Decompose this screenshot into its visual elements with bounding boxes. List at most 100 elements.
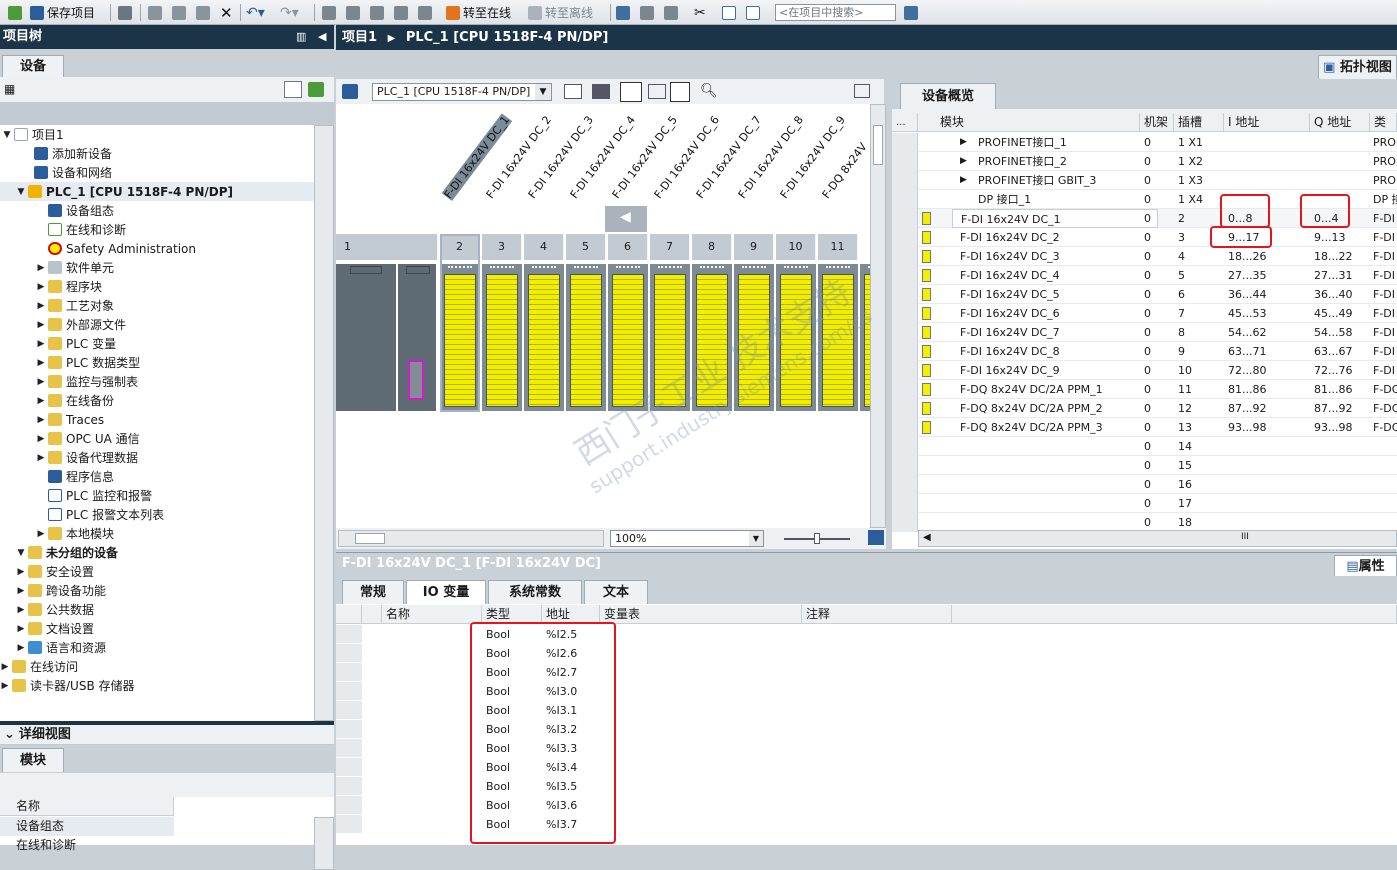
- collapse-icon[interactable]: ▶: [16, 643, 26, 653]
- device-table-icon[interactable]: [564, 84, 582, 99]
- row-selector[interactable]: [892, 152, 918, 171]
- io-module[interactable]: [608, 264, 648, 411]
- tab-texts[interactable]: 文本: [584, 580, 648, 604]
- tree-item-devices-networks[interactable]: 设备和网络: [0, 163, 112, 182]
- overview-navigation-icon[interactable]: [854, 84, 870, 98]
- tree-item-doc-settings[interactable]: ▶ 文档设置: [0, 619, 94, 638]
- cut-button[interactable]: [148, 3, 162, 22]
- device-overview-row[interactable]: F-DI 16x24V DC_2 0 3 9...17 9...13 F-DI: [892, 228, 1397, 247]
- zoom-icon[interactable]: 🔍︎: [700, 83, 718, 99]
- detail-scrollbar[interactable]: [314, 817, 334, 870]
- row-selector[interactable]: [892, 494, 918, 513]
- row-selector[interactable]: [892, 456, 918, 475]
- row-selector[interactable]: [336, 701, 362, 720]
- device-overview-row[interactable]: 0 15: [892, 456, 1397, 475]
- print-button[interactable]: [118, 3, 132, 22]
- dock-icon[interactable]: ▥: [296, 25, 306, 49]
- delete-button[interactable]: ✕: [220, 3, 233, 22]
- device-overview-row[interactable]: ▶ PROFINET接口 GBIT_3 0 1 X3 PROFI: [892, 171, 1397, 190]
- tree-item-traces[interactable]: ▶ Traces: [0, 410, 105, 429]
- tree-item-technology-objects[interactable]: ▶ 工艺对象: [0, 296, 114, 315]
- collapse-icon[interactable]: ▶: [36, 301, 46, 311]
- collapse-icon[interactable]: ▶: [36, 320, 46, 330]
- tree-scrollbar[interactable]: [314, 125, 334, 721]
- tree-item-common-data[interactable]: ▶ 公共数据: [0, 600, 94, 619]
- collapse-icon[interactable]: ▶: [16, 624, 26, 634]
- row-selector[interactable]: [892, 323, 918, 342]
- row-selector[interactable]: [892, 133, 918, 152]
- row-selector[interactable]: [892, 209, 918, 228]
- row-selector[interactable]: [336, 796, 362, 815]
- device-overview-row[interactable]: F-DQ 8x24V DC/2A PPM_1 0 11 81...86 81...86 F…: [892, 380, 1397, 399]
- rack-slot-header[interactable]: 6: [608, 234, 648, 260]
- show-names-icon[interactable]: [592, 84, 610, 99]
- row-selector[interactable]: [892, 342, 918, 361]
- add-view-icon[interactable]: [308, 82, 324, 97]
- rack-slot-header[interactable]: 1: [336, 234, 438, 260]
- rack-slot-header[interactable]: 3: [482, 234, 522, 260]
- collapse-icon[interactable]: ▶: [36, 282, 46, 292]
- io-module[interactable]: [650, 264, 690, 411]
- row-selector[interactable]: [336, 758, 362, 777]
- tree-item-device-config[interactable]: 设备组态: [0, 201, 114, 220]
- rack-slot-header[interactable]: 10: [776, 234, 816, 260]
- col-i-address[interactable]: I 地址: [1224, 113, 1310, 132]
- io-module[interactable]: [776, 264, 816, 411]
- collapse-icon[interactable]: ▶: [16, 567, 26, 577]
- row-selector[interactable]: [336, 777, 362, 796]
- tab-io-tags[interactable]: IO 变量: [406, 580, 486, 604]
- cross-reference-button[interactable]: ✂: [694, 3, 706, 22]
- row-selector[interactable]: [336, 682, 362, 701]
- rack-slot-header[interactable]: 4: [524, 234, 564, 260]
- tab-devices[interactable]: 设备: [2, 55, 64, 77]
- tree-item-safety-admin[interactable]: Safety Administration: [0, 239, 196, 258]
- detail-row[interactable]: 在线和诊断: [0, 836, 174, 855]
- device-overview-row[interactable]: 0 17: [892, 494, 1397, 513]
- tree-item-add-device[interactable]: 添加新设备: [0, 144, 112, 163]
- tree-item-card-reader[interactable]: ▶ 读卡器/USB 存储器: [0, 676, 135, 695]
- tree-item-languages[interactable]: ▶ 语言和资源: [0, 638, 106, 657]
- io-module[interactable]: [860, 264, 870, 411]
- io-module[interactable]: [734, 264, 774, 411]
- io-module[interactable]: [566, 264, 606, 411]
- tree-item-plc1[interactable]: ▼ PLC_1 [CPU 1518F-4 PN/DP]: [0, 182, 314, 201]
- collapse-icon[interactable]: ▶: [36, 453, 46, 463]
- row-selector[interactable]: [336, 625, 362, 644]
- arrow-left-icon[interactable]: ◀: [923, 532, 931, 543]
- io-module[interactable]: [482, 264, 522, 411]
- module-name-label[interactable]: F-DQ 8x24V: [820, 141, 870, 201]
- device-overview-row[interactable]: F-DI 16x24V DC_3 0 4 18...26 18...22 F-DI: [892, 247, 1397, 266]
- tab-modules[interactable]: 模块: [2, 748, 64, 772]
- list-view-icon[interactable]: [284, 81, 302, 98]
- tree-item-software-units[interactable]: ▶ 软件单元: [0, 258, 114, 277]
- collapse-icon[interactable]: ▶: [0, 662, 10, 672]
- expand-icon[interactable]: ▼: [2, 130, 12, 140]
- device-overview-row[interactable]: F-DI 16x24V DC_5 0 6 36...44 36...40 F-DI: [892, 285, 1397, 304]
- copy-button[interactable]: [172, 3, 186, 22]
- rack-slot-header[interactable]: 11: [818, 234, 858, 260]
- row-selector[interactable]: [892, 304, 918, 323]
- io-col-comment[interactable]: 注释: [802, 605, 952, 624]
- undo-button[interactable]: ↶▾: [246, 3, 265, 22]
- collapse-icon[interactable]: ▶: [36, 377, 46, 387]
- rack-slot-header[interactable]: 5: [566, 234, 606, 260]
- collapse-icon[interactable]: ▶: [36, 529, 46, 539]
- expand-icon[interactable]: ▶: [960, 171, 967, 190]
- row-selector[interactable]: [892, 475, 918, 494]
- go-offline-button[interactable]: 转至离线: [528, 3, 593, 22]
- tree-item-plc-data-types[interactable]: ▶ PLC 数据类型: [0, 353, 140, 372]
- tree-item-security-settings[interactable]: ▶ 安全设置: [0, 562, 94, 581]
- row-selector[interactable]: [892, 513, 918, 532]
- detail-collapse-icon[interactable]: ⌄: [0, 727, 19, 742]
- canvas-vscrollbar[interactable]: [870, 104, 886, 528]
- cpu-module[interactable]: [398, 264, 436, 411]
- col-type[interactable]: 类型: [1370, 113, 1397, 132]
- device-overview-row[interactable]: 0 14: [892, 437, 1397, 456]
- breadcrumb-device[interactable]: PLC_1 [CPU 1518F-4 PN/DP]: [406, 30, 609, 45]
- io-col-tag-table[interactable]: 变量表: [600, 605, 802, 624]
- tree-item-ungrouped-devices[interactable]: ▼ 未分组的设备: [0, 543, 118, 562]
- tree-item-plc-alarms[interactable]: PLC 监控和报警: [0, 486, 152, 505]
- overview-hscrollbar[interactable]: ◀ III: [918, 530, 1397, 547]
- col-q-address[interactable]: Q 地址: [1310, 113, 1370, 132]
- page-icon[interactable]: [670, 82, 690, 102]
